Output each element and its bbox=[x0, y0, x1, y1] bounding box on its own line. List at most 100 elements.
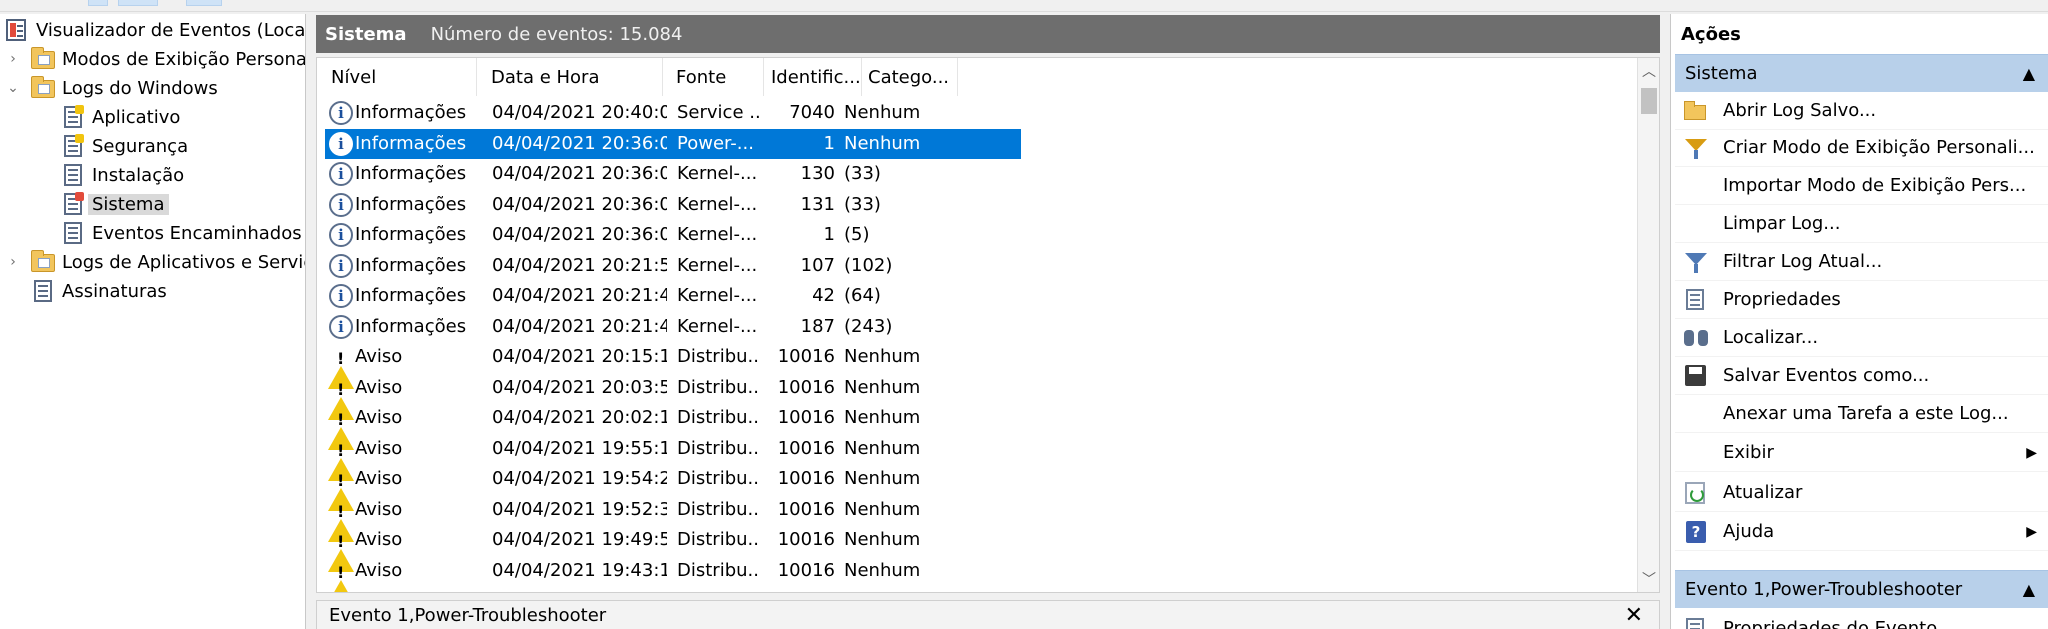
help-icon: ? bbox=[1683, 520, 1709, 544]
event-id: 10016 bbox=[777, 407, 835, 428]
event-date: 04/04/2021 20:40:07 bbox=[492, 102, 667, 123]
properties-icon bbox=[1683, 617, 1709, 629]
scroll-up-icon[interactable]: ︿ bbox=[1638, 60, 1659, 82]
event-source: Distribu... bbox=[677, 468, 759, 489]
action-item[interactable]: Salvar Eventos como... bbox=[1675, 357, 2048, 395]
tree-item-custom-views[interactable]: › Modos de Exibição Personalizados bbox=[6, 45, 305, 73]
event-id: 187 bbox=[800, 315, 835, 337]
info-icon: i bbox=[329, 162, 353, 186]
log-icon bbox=[60, 163, 86, 187]
action-item[interactable]: Propriedades bbox=[1675, 281, 2048, 319]
event-category: Nenhum bbox=[844, 407, 921, 428]
scroll-down-icon[interactable]: ﹀ bbox=[1638, 568, 1659, 590]
event-row[interactable]: i Informações 04/04/2021 20:21:50 Kernel-..… bbox=[325, 251, 1021, 281]
log-icon bbox=[60, 221, 86, 245]
toolbar-button[interactable] bbox=[186, 0, 222, 6]
event-id: 1 bbox=[823, 132, 835, 154]
column-header-category[interactable]: Catego... bbox=[862, 58, 958, 96]
tree-item-subscriptions[interactable]: Assinaturas bbox=[30, 277, 167, 305]
action-label: Ajuda bbox=[1723, 521, 1775, 542]
action-event-properties[interactable]: Propriedades do Evento bbox=[1675, 610, 2048, 629]
column-header-id[interactable]: Identific... bbox=[765, 58, 862, 96]
event-row[interactable]: i Informações 04/04/2021 20:36:03 Kernel-..… bbox=[325, 159, 1021, 189]
event-source: Service ... bbox=[677, 102, 759, 123]
navigation-tree[interactable]: Visualizador de Eventos (Local) › Modos … bbox=[0, 14, 306, 629]
collapse-caret-icon[interactable]: ▲ bbox=[2023, 64, 2035, 83]
expand-chevron-icon[interactable]: › bbox=[6, 51, 20, 67]
log-title: Sistema bbox=[325, 23, 407, 45]
event-row[interactable]: Aviso 04/04/2021 19:52:32 Distribu... 10016… bbox=[325, 495, 1021, 542]
column-headers: Nível Data e Hora Fonte Identific... Cat… bbox=[317, 58, 1637, 96]
action-item[interactable]: Anexar uma Tarefa a este Log... bbox=[1675, 395, 2048, 433]
column-header-level[interactable]: Nível bbox=[325, 58, 477, 96]
action-item[interactable]: Localizar... bbox=[1675, 319, 2048, 357]
scroll-thumb[interactable] bbox=[1641, 88, 1657, 114]
event-level: Aviso bbox=[355, 407, 403, 428]
tree-item-label: Logs do Windows bbox=[62, 77, 218, 99]
event-category: (102) bbox=[844, 254, 893, 276]
event-category: (64) bbox=[844, 285, 881, 306]
event-row[interactable]: Aviso 04/04/2021 20:02:10 Distribu... 10016… bbox=[325, 403, 1021, 450]
tree-item-security[interactable]: Segurança bbox=[60, 132, 188, 160]
tree-item-application[interactable]: Aplicativo bbox=[60, 103, 180, 131]
event-date: 04/04/2021 20:36:03 bbox=[492, 224, 667, 245]
event-row[interactable]: i Informações 04/04/2021 20:21:44 Kernel-..… bbox=[325, 312, 1021, 342]
event-count: Número de eventos: 15.084 bbox=[430, 23, 683, 45]
actions-section-system[interactable]: Sistema ▲ bbox=[1675, 54, 2048, 92]
action-item[interactable]: Atualizar bbox=[1675, 474, 2048, 512]
event-date: 04/04/2021 20:15:18 bbox=[492, 346, 667, 367]
action-item[interactable]: Filtrar Log Atual... bbox=[1675, 243, 2048, 281]
event-row[interactable]: i Informações 04/04/2021 20:40:07 Service .… bbox=[325, 98, 1021, 128]
event-category: Nenhum bbox=[844, 346, 921, 367]
action-label: Salvar Eventos como... bbox=[1723, 365, 1930, 386]
event-row[interactable]: Aviso 04/04/2021 20:03:56 Distribu... 10016… bbox=[325, 373, 1021, 420]
event-date: 04/04/2021 20:21:47 bbox=[492, 285, 667, 306]
toolbar-button[interactable] bbox=[88, 0, 108, 6]
action-item[interactable]: Exibir ▶ bbox=[1675, 434, 2048, 472]
tree-root[interactable]: Visualizador de Eventos (Local) bbox=[4, 16, 305, 44]
tree-item-system[interactable]: Sistema bbox=[60, 190, 169, 218]
warning-icon bbox=[328, 467, 354, 511]
vertical-scrollbar[interactable]: ︿ ﹀ bbox=[1637, 58, 1659, 592]
event-row[interactable]: Aviso 04/04/2021 19:43:10 Distribu... 10016… bbox=[325, 556, 1021, 592]
event-row[interactable]: i Informações 04/04/2021 20:36:03 Kernel-..… bbox=[325, 190, 1021, 220]
warning-icon bbox=[328, 436, 354, 481]
event-level: Informações bbox=[355, 132, 467, 154]
action-item[interactable]: ? Ajuda ▶ bbox=[1675, 513, 2048, 551]
binoculars-icon bbox=[1683, 326, 1709, 350]
collapse-caret-icon[interactable]: ▲ bbox=[2023, 580, 2035, 599]
action-label: Propriedades do Evento bbox=[1723, 618, 1938, 629]
action-item[interactable]: Limpar Log... bbox=[1675, 205, 2048, 243]
event-source: Kernel-... bbox=[677, 315, 758, 337]
action-item[interactable]: Abrir Log Salvo... bbox=[1675, 92, 2048, 130]
collapse-chevron-icon[interactable]: ⌄ bbox=[6, 80, 20, 96]
action-item[interactable]: Importar Modo de Exibição Pers... bbox=[1675, 167, 2048, 205]
close-icon[interactable]: ✕ bbox=[1625, 603, 1643, 628]
event-row[interactable]: Aviso 04/04/2021 19:49:51 Distribu... 10016… bbox=[325, 525, 1021, 572]
column-header-source[interactable]: Fonte bbox=[670, 58, 764, 96]
event-id: 107 bbox=[800, 254, 835, 276]
event-row[interactable]: i Informações 04/04/2021 20:36:03 Kernel-..… bbox=[325, 220, 1021, 250]
submenu-arrow-icon: ▶ bbox=[2026, 524, 2037, 540]
event-row[interactable]: Aviso 04/04/2021 20:15:18 Distribu... 10016… bbox=[325, 342, 1021, 389]
event-list[interactable]: Nível Data e Hora Fonte Identific... Cat… bbox=[316, 57, 1660, 593]
event-id: 10016 bbox=[777, 498, 835, 520]
warning-icon bbox=[328, 497, 354, 542]
tree-item-app-service-logs[interactable]: › Logs de Aplicativos e Serviços bbox=[6, 248, 305, 276]
action-item[interactable]: Criar Modo de Exibição Personali... bbox=[1675, 129, 2048, 167]
event-source: Distribu... bbox=[677, 376, 759, 398]
event-row[interactable]: i Informações 04/04/2021 20:36:06 Power-...… bbox=[325, 128, 1021, 159]
event-id: 1 bbox=[823, 224, 835, 245]
toolbar-button[interactable] bbox=[118, 0, 158, 6]
event-row[interactable]: Aviso 04/04/2021 19:55:16 Distribu... 10016… bbox=[325, 434, 1021, 481]
actions-section-event[interactable]: Evento 1,Power-Troubleshooter ▲ bbox=[1675, 570, 2048, 608]
expand-chevron-icon[interactable]: › bbox=[6, 254, 20, 270]
event-category: Nenhum bbox=[844, 529, 921, 550]
column-header-date[interactable]: Data e Hora bbox=[485, 58, 663, 96]
log-header: Sistema Número de eventos: 15.084 bbox=[316, 15, 1660, 53]
tree-item-forwarded-events[interactable]: Eventos Encaminhados bbox=[60, 219, 302, 247]
tree-item-windows-logs[interactable]: ⌄ Logs do Windows bbox=[6, 74, 218, 102]
tree-item-setup[interactable]: Instalação bbox=[60, 161, 184, 189]
event-row[interactable]: i Informações 04/04/2021 20:21:47 Kernel-..… bbox=[325, 281, 1021, 311]
event-row[interactable]: Aviso 04/04/2021 19:54:20 Distribu... 10016… bbox=[325, 464, 1021, 511]
